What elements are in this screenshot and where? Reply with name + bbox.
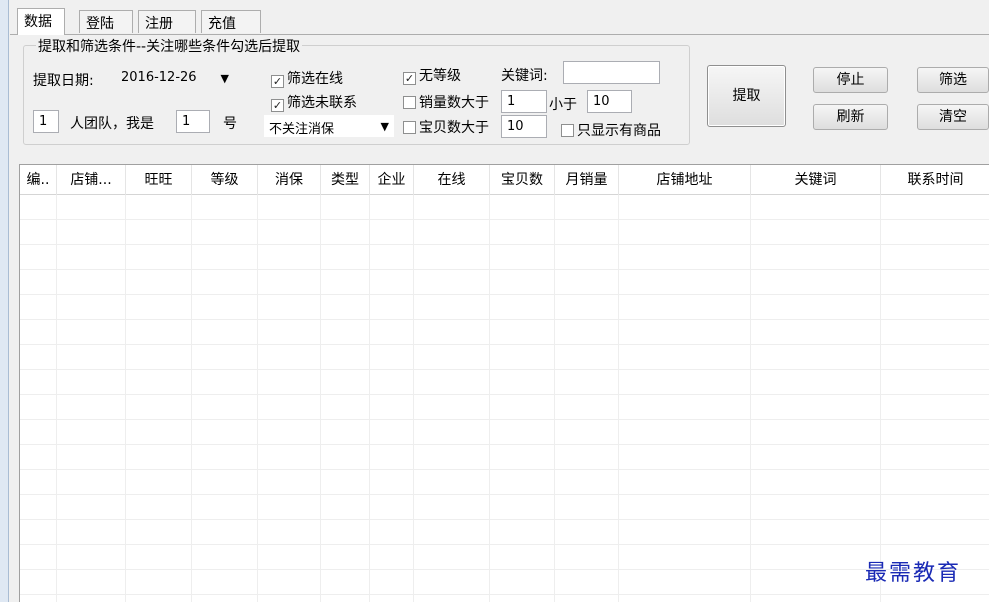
only-items-checkbox[interactable]: 只显示有商品 xyxy=(561,120,661,140)
sales-lt-input[interactable]: 10 xyxy=(587,90,632,113)
refresh-button[interactable]: 刷新 xyxy=(813,104,888,130)
filter-online-checkbox[interactable]: ✓ 筛选在线 xyxy=(271,68,343,88)
only-items-label: 只显示有商品 xyxy=(577,123,661,139)
table-header: 编.. 店铺... 旺旺 等级 消保 类型 企业 在线 宝贝数 月销量 店铺地址… xyxy=(20,165,989,195)
column-header[interactable]: 店铺... xyxy=(57,165,126,195)
lt-label: 小于 xyxy=(549,97,577,113)
results-table[interactable]: 编.. 店铺... 旺旺 等级 消保 类型 企业 在线 宝贝数 月销量 店铺地址… xyxy=(19,164,989,602)
column-header[interactable]: 旺旺 xyxy=(126,165,192,195)
keyword-input[interactable] xyxy=(563,61,660,84)
column-header[interactable]: 等级 xyxy=(192,165,258,195)
window-left-edge xyxy=(0,0,9,602)
column-divider xyxy=(554,195,555,602)
column-header[interactable]: 企业 xyxy=(370,165,414,195)
checkbox-unchecked-icon xyxy=(403,121,416,134)
team-label: 人团队，我是 xyxy=(70,116,154,132)
date-picker[interactable]: 2016-12-26 ▼ xyxy=(116,67,234,89)
clear-button[interactable]: 清空 xyxy=(917,104,989,130)
column-header[interactable]: 消保 xyxy=(258,165,321,195)
stop-button[interactable]: 停止 xyxy=(813,67,888,93)
column-divider xyxy=(618,195,619,602)
column-divider xyxy=(125,195,126,602)
column-header[interactable]: 在线 xyxy=(414,165,490,195)
consumer-protection-select[interactable]: 不关注消保 ▼ xyxy=(264,115,394,137)
watermark-logo: 最需教育 xyxy=(865,561,962,586)
column-divider xyxy=(191,195,192,602)
filter-online-label: 筛选在线 xyxy=(287,71,343,87)
checkbox-checked-icon: ✓ xyxy=(403,72,416,85)
column-header[interactable]: 类型 xyxy=(321,165,370,195)
checkbox-unchecked-icon xyxy=(403,96,416,109)
date-value: 2016-12-26 xyxy=(121,70,197,85)
filter-group-title: 提取和筛选条件--关注哪些条件勾选后提取 xyxy=(36,36,303,56)
column-header[interactable]: 编.. xyxy=(20,165,57,195)
no-level-label: 无等级 xyxy=(419,68,461,84)
my-number-input[interactable]: 1 xyxy=(176,110,210,133)
tab-register[interactable]: 注册 xyxy=(138,10,196,33)
column-header[interactable]: 月销量 xyxy=(555,165,619,195)
chevron-down-icon: ▼ xyxy=(380,120,389,133)
column-divider xyxy=(880,195,881,602)
sales-gt-label: 销量数大于 xyxy=(419,95,489,111)
column-header[interactable]: 店铺地址 xyxy=(619,165,751,195)
date-label: 提取日期: xyxy=(33,73,94,89)
chevron-down-icon: ▼ xyxy=(220,72,229,85)
tab-data[interactable]: 数据 xyxy=(17,8,65,35)
no-level-checkbox[interactable]: ✓ 无等级 xyxy=(403,65,461,85)
items-gt-label: 宝贝数大于 xyxy=(419,120,489,136)
filter-uncontacted-checkbox[interactable]: ✓ 筛选未联系 xyxy=(271,92,357,112)
column-divider xyxy=(56,195,57,602)
items-gt-checkbox[interactable]: 宝贝数大于 xyxy=(403,117,489,137)
filter-uncontacted-label: 筛选未联系 xyxy=(287,95,357,111)
column-header[interactable]: 联系时间 xyxy=(881,165,989,195)
keyword-label: 关键词: xyxy=(501,68,548,84)
extract-button[interactable]: 提取 xyxy=(707,65,786,127)
checkbox-checked-icon: ✓ xyxy=(271,99,284,112)
column-divider xyxy=(489,195,490,602)
column-divider xyxy=(257,195,258,602)
sales-gt-input[interactable]: 1 xyxy=(501,90,547,113)
table-body xyxy=(20,195,989,602)
column-divider xyxy=(320,195,321,602)
column-divider xyxy=(750,195,751,602)
number-suffix-label: 号 xyxy=(223,116,237,132)
tab-recharge[interactable]: 充值 xyxy=(201,10,261,33)
column-divider xyxy=(369,195,370,602)
column-header[interactable]: 关键词 xyxy=(751,165,881,195)
filter-button[interactable]: 筛选 xyxy=(917,67,989,93)
tab-login[interactable]: 登陆 xyxy=(79,10,133,33)
team-count-input[interactable]: 1 xyxy=(33,110,59,133)
checkbox-unchecked-icon xyxy=(561,124,574,137)
column-divider xyxy=(413,195,414,602)
consumer-protection-value: 不关注消保 xyxy=(269,122,335,137)
column-header[interactable]: 宝贝数 xyxy=(490,165,555,195)
items-gt-input[interactable]: 10 xyxy=(501,115,547,138)
sales-gt-checkbox[interactable]: 销量数大于 xyxy=(403,92,489,112)
checkbox-checked-icon: ✓ xyxy=(271,75,284,88)
